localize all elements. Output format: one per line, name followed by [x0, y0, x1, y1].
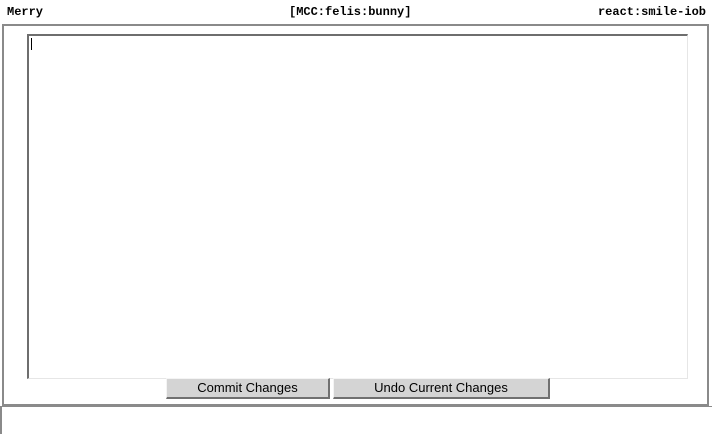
header-bar: Merry [MCC:felis:bunny] react:smile-iob — [0, 0, 712, 24]
bottom-divider — [0, 406, 712, 407]
bottom-left-border — [0, 406, 2, 434]
channel-identifier: [MCC:felis:bunny] — [289, 5, 412, 19]
undo-current-changes-button[interactable]: Undo Current Changes — [333, 378, 550, 399]
text-caret — [31, 38, 32, 50]
editor-textarea[interactable] — [27, 34, 688, 379]
react-indicator: react:smile-iob — [597, 5, 706, 19]
commit-changes-button[interactable]: Commit Changes — [166, 378, 330, 399]
editor-panel: Commit Changes Undo Current Changes — [2, 24, 709, 406]
user-name: Merry — [7, 5, 44, 19]
